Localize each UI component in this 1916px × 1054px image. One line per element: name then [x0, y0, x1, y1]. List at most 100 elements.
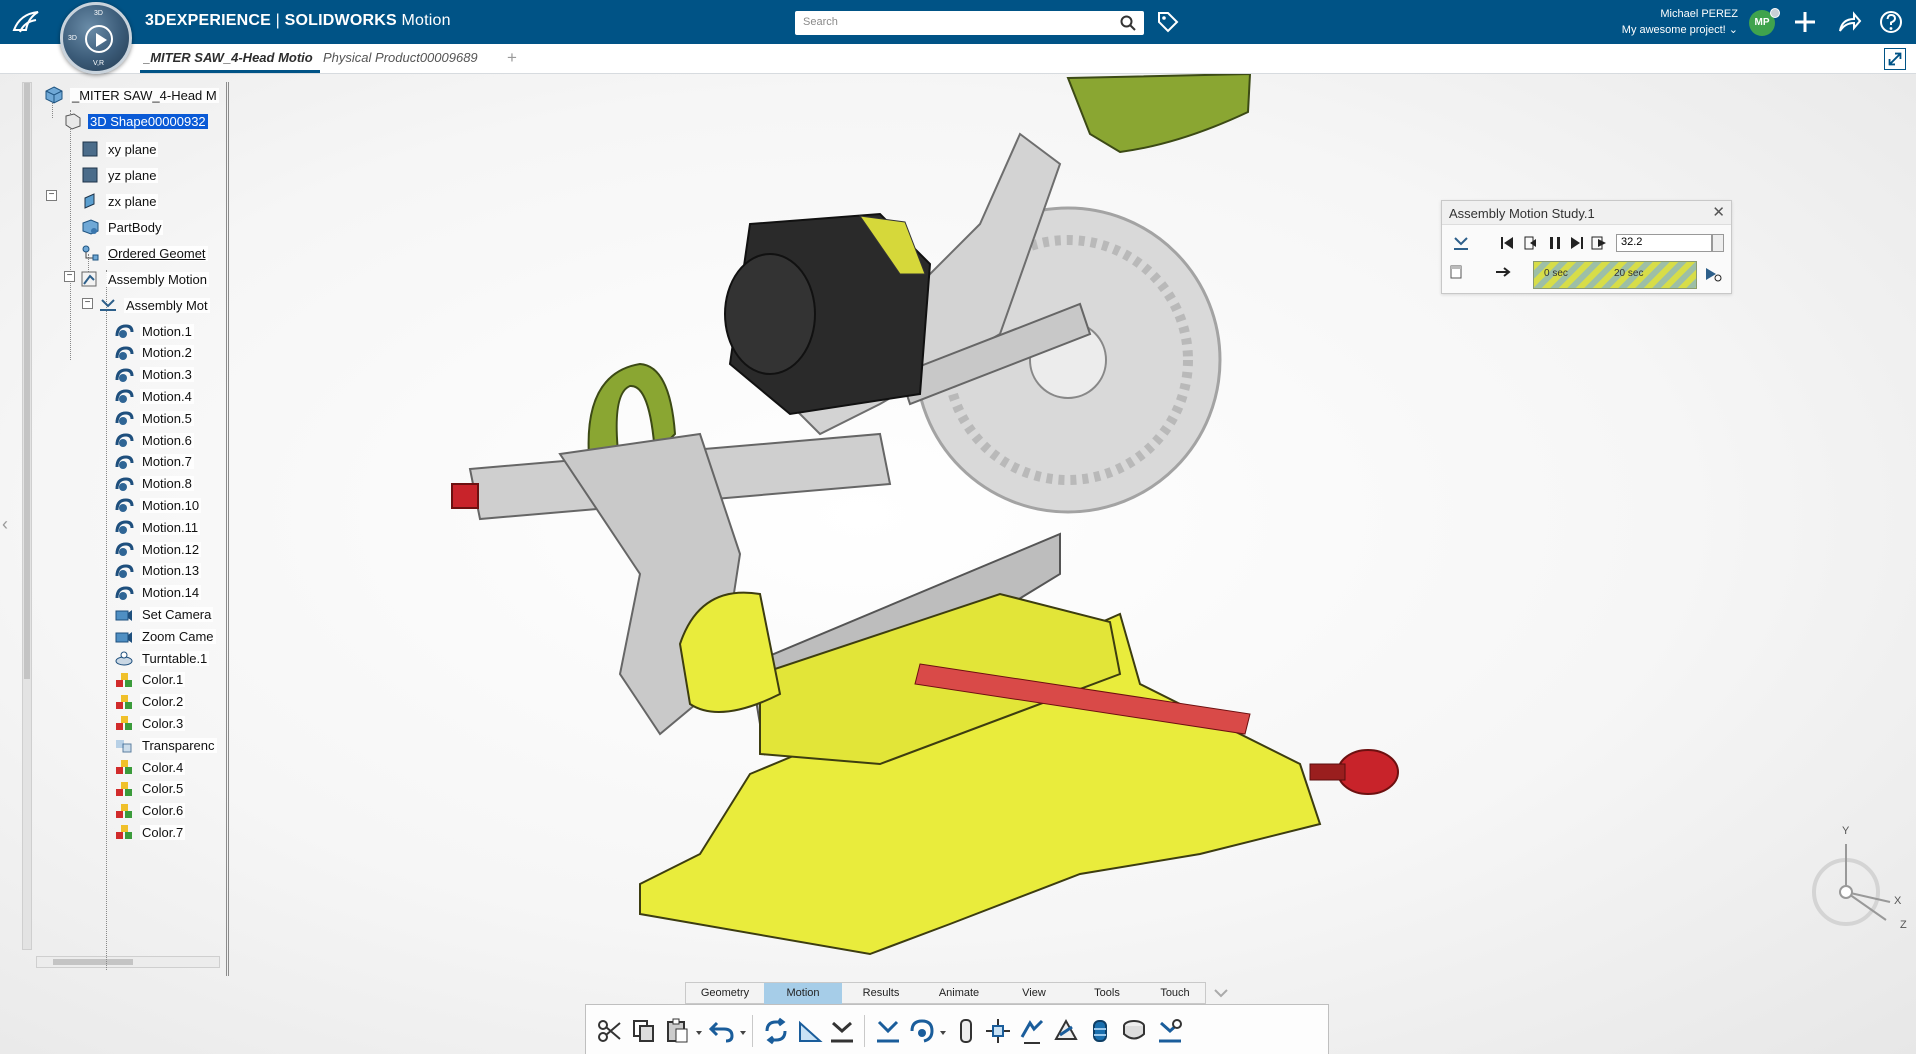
tree-item-motion-14[interactable]: Motion.14	[114, 582, 202, 604]
cut-icon[interactable]	[596, 1017, 624, 1045]
tree-item-ordered-geometry[interactable]: Ordered Geomet	[80, 242, 208, 264]
drive-icon[interactable]	[1018, 1017, 1046, 1045]
add-icon[interactable]	[1792, 9, 1818, 35]
color-icon[interactable]	[1086, 1017, 1114, 1045]
3d-viewport[interactable]: ‹ _MITER SAW_4-Head M − 3D Shape00000932…	[0, 74, 1916, 1054]
tab-motion[interactable]: Motion	[764, 983, 842, 1004]
value-spinner[interactable]	[1712, 234, 1724, 252]
tree-item-color-5[interactable]: Color.5	[114, 778, 186, 800]
step-back-icon[interactable]	[1522, 234, 1540, 252]
motion-settings-icon[interactable]	[1156, 1017, 1184, 1045]
tree-item-motion-13[interactable]: Motion.13	[114, 560, 202, 582]
chevron-down-icon[interactable]	[1212, 985, 1230, 1001]
time-value-input[interactable]: 32.2	[1616, 234, 1712, 252]
tree-item-color-1[interactable]: Color.1	[114, 669, 186, 691]
tab-results[interactable]: Results	[842, 983, 920, 1004]
camera-icon[interactable]	[1052, 1017, 1080, 1045]
tree-item-color-7[interactable]: Color.7	[114, 821, 186, 843]
tab-tools[interactable]: Tools	[1070, 983, 1144, 1004]
display-mode-icon[interactable]	[1448, 263, 1466, 281]
help-icon[interactable]	[1878, 9, 1904, 35]
add-tab-icon[interactable]: +	[507, 48, 517, 68]
tree-item-set-camera[interactable]: Set Camera	[114, 603, 214, 625]
tree-item-yz-plane[interactable]: yz plane	[80, 164, 159, 186]
motion-icon	[115, 498, 134, 513]
tree-splitter[interactable]	[226, 82, 229, 976]
tree-vertical-scrollbar[interactable]	[22, 82, 32, 950]
tree-item-motion-6[interactable]: Motion.6	[114, 429, 194, 451]
tree-item-xy-plane[interactable]: xy plane	[80, 138, 159, 160]
tree-item-motion-4[interactable]: Motion.4	[114, 385, 194, 407]
specification-tree[interactable]: ‹ _MITER SAW_4-Head M − 3D Shape00000932…	[0, 74, 230, 976]
3ds-logo-icon[interactable]	[10, 8, 44, 36]
avatar[interactable]: MP	[1749, 8, 1780, 36]
undo-icon[interactable]	[708, 1017, 736, 1045]
playback-settings-icon[interactable]	[1704, 265, 1722, 283]
joint-icon[interactable]	[952, 1017, 980, 1045]
tab-view[interactable]: View	[998, 983, 1070, 1004]
skip-end-icon[interactable]	[1568, 234, 1586, 252]
compass-icon[interactable]: 3D 3D V,R	[60, 2, 132, 74]
tree-item-motion-7[interactable]: Motion.7	[114, 451, 194, 473]
mechanism-icon[interactable]	[828, 1017, 856, 1045]
tree-item-motion-10[interactable]: Motion.10	[114, 494, 202, 516]
collapse-icon[interactable]: −	[46, 190, 57, 201]
skip-start-icon[interactable]	[1498, 234, 1516, 252]
close-icon[interactable]: ✕	[1712, 203, 1725, 221]
search-input[interactable]: Search	[795, 11, 1144, 35]
tab-touch[interactable]: Touch	[1144, 983, 1206, 1004]
tab-geometry[interactable]: Geometry	[686, 983, 764, 1004]
turntable-icon[interactable]	[1120, 1017, 1148, 1045]
tag-icon[interactable]	[1156, 10, 1180, 34]
tree-root[interactable]: _MITER SAW_4-Head M	[44, 84, 219, 106]
tree-item-motion-5[interactable]: Motion.5	[114, 407, 194, 429]
tree-item-assembly-motion[interactable]: Assembly Motion	[80, 268, 209, 290]
scroll-thumb[interactable]	[53, 959, 133, 965]
tree-item-zoom-came[interactable]: Zoom Came	[114, 625, 216, 647]
tree-item-3d-shape[interactable]: 3D Shape00000932	[62, 110, 208, 132]
tree-item-color-2[interactable]: Color.2	[114, 691, 186, 713]
explode-icon[interactable]	[984, 1017, 1012, 1045]
collapse-icon[interactable]: −	[64, 271, 75, 282]
measure-icon[interactable]	[796, 1017, 824, 1045]
tree-item-color-6[interactable]: Color.6	[114, 800, 186, 822]
tab-miter-saw[interactable]: _MITER SAW_4-Head Motio	[143, 50, 319, 65]
share-icon[interactable]	[1836, 9, 1862, 35]
tree-item-motion-1[interactable]: Motion.1	[114, 320, 194, 342]
tree-horizontal-scrollbar[interactable]	[36, 956, 220, 968]
axis-triad[interactable]: Y X Z	[1806, 822, 1916, 942]
search-icon[interactable]	[1120, 15, 1136, 31]
tab-physical-product[interactable]: Physical Product00009689	[323, 50, 493, 65]
tree-item-motion-2[interactable]: Motion.2	[114, 342, 194, 364]
timeline-bar[interactable]: 0 sec 20 sec	[1533, 261, 1697, 289]
tree-item-motion-8[interactable]: Motion.8	[114, 473, 194, 495]
tree-item-color-4[interactable]: Color.4	[114, 756, 186, 778]
pause-icon[interactable]	[1546, 234, 1564, 252]
tree-item-motion-3[interactable]: Motion.3	[114, 364, 194, 386]
update-icon[interactable]	[762, 1017, 790, 1045]
fullscreen-icon[interactable]	[1884, 48, 1906, 70]
play-icon[interactable]	[85, 25, 113, 53]
tree-item-partbody[interactable]: PartBody	[80, 216, 164, 238]
tree-item-color-3[interactable]: Color.3	[114, 712, 186, 734]
tree-item-transparenc[interactable]: Transparenc	[114, 734, 217, 756]
tree-item-motion-12[interactable]: Motion.12	[114, 538, 202, 560]
collapse-tree-icon[interactable]: ‹	[2, 514, 8, 535]
scroll-thumb[interactable]	[24, 83, 30, 679]
copy-icon[interactable]	[630, 1017, 658, 1045]
tree-item-motion-11[interactable]: Motion.11	[114, 516, 201, 538]
motion-study-panel[interactable]: Assembly Motion Study.1 ✕ 32.2 0 sec 20 …	[1441, 200, 1732, 294]
tree-item-turntable-1[interactable]: Turntable.1	[114, 647, 210, 669]
user-info[interactable]: Michael PEREZ My awesome project! ⌄	[1622, 6, 1738, 38]
direction-icon[interactable]	[1494, 263, 1512, 281]
motion-study-icon[interactable]	[1452, 234, 1470, 252]
tree-item-zx-plane[interactable]: zx plane	[80, 190, 159, 212]
paste-icon[interactable]	[664, 1017, 692, 1045]
collapse-icon[interactable]: −	[82, 298, 93, 309]
tab-animate[interactable]: Animate	[920, 983, 998, 1004]
rotate-motion-icon[interactable]	[908, 1017, 936, 1045]
tree-item-assembly-motion-study[interactable]: Assembly Mot	[98, 294, 210, 316]
project-selector[interactable]: My awesome project! ⌄	[1622, 22, 1738, 38]
record-icon[interactable]	[1590, 234, 1608, 252]
motion-study-icon[interactable]	[874, 1017, 902, 1045]
